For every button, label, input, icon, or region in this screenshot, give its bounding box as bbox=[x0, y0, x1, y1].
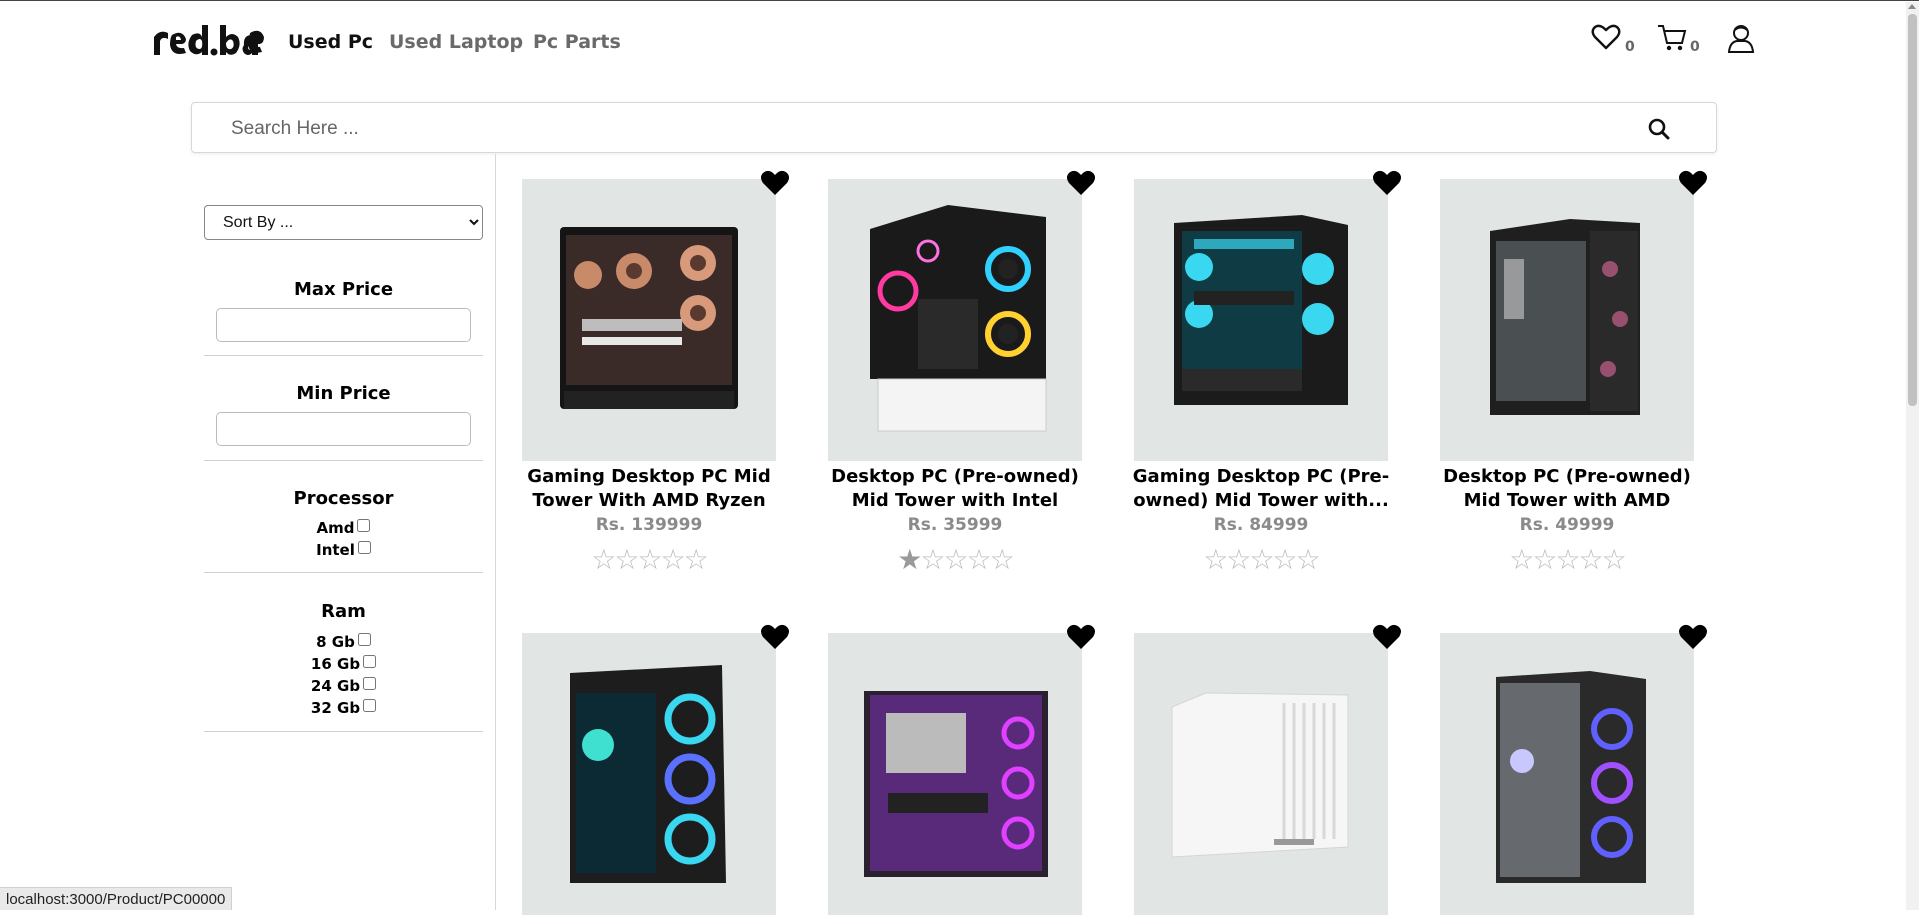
cart-icon[interactable] bbox=[1657, 23, 1687, 53]
pc-case-image bbox=[1171, 692, 1349, 858]
processor-option-amd[interactable]: Amd bbox=[204, 519, 483, 541]
pc-case-image bbox=[570, 665, 726, 883]
option-label: 24 Gb bbox=[310, 677, 361, 695]
ram-option-8gb[interactable]: 8 Gb bbox=[204, 633, 483, 655]
favorite-heart-icon[interactable] bbox=[1372, 623, 1402, 651]
processor-intel-checkbox[interactable] bbox=[357, 541, 371, 554]
search-icon[interactable] bbox=[1647, 117, 1671, 141]
wishlist-count: 0 bbox=[1625, 39, 1635, 55]
ram-24gb-checkbox[interactable] bbox=[363, 677, 377, 690]
product-image[interactable] bbox=[828, 633, 1082, 915]
scrollbar-thumb[interactable] bbox=[1908, 14, 1917, 406]
site-header: Used Pc Used Laptop Pc Parts 0 0 bbox=[0, 1, 1919, 81]
search-input[interactable] bbox=[229, 113, 1633, 145]
product-image[interactable] bbox=[522, 633, 776, 915]
divider bbox=[204, 731, 483, 732]
rating-stars: ☆☆☆☆☆ bbox=[1509, 543, 1627, 576]
product-price: Rs. 35999 bbox=[907, 515, 1003, 535]
favorite-heart-icon[interactable] bbox=[1066, 169, 1096, 197]
ram-16gb-checkbox[interactable] bbox=[363, 655, 377, 668]
favorite-heart-icon[interactable] bbox=[760, 169, 790, 197]
min-price-input[interactable] bbox=[216, 412, 471, 446]
option-label: Amd bbox=[316, 519, 355, 537]
wishlist-heart-icon[interactable] bbox=[1591, 23, 1621, 51]
favorite-heart-icon[interactable] bbox=[1372, 169, 1402, 197]
max-price-input[interactable] bbox=[216, 308, 471, 342]
product-title[interactable]: Gaming Desktop PC (Pre-owned) Mid Tower … bbox=[1128, 465, 1394, 513]
cart-count: 0 bbox=[1690, 39, 1700, 55]
processor-title: Processor bbox=[293, 488, 394, 509]
min-price-title: Min Price bbox=[296, 383, 391, 404]
pc-case-image bbox=[1496, 671, 1646, 883]
page-scrollbar[interactable] bbox=[1906, 2, 1919, 910]
option-label: 16 Gb bbox=[310, 655, 361, 673]
pc-case-image bbox=[1174, 215, 1348, 405]
sidebar-divider bbox=[495, 154, 496, 910]
favorite-heart-icon[interactable] bbox=[1678, 169, 1708, 197]
brand-logo[interactable] bbox=[152, 23, 264, 61]
ram-32gb-checkbox[interactable] bbox=[363, 699, 377, 712]
rating-stars: ★☆☆☆☆ bbox=[897, 543, 1015, 576]
product-price: Rs. 139999 bbox=[595, 515, 703, 535]
product-price: Rs. 84999 bbox=[1213, 515, 1309, 535]
sort-select[interactable]: Sort By ... bbox=[204, 205, 483, 240]
ram-option-32gb[interactable]: 32 Gb bbox=[204, 699, 483, 721]
product-image[interactable] bbox=[1440, 179, 1694, 461]
processor-option-intel[interactable]: Intel bbox=[204, 541, 483, 563]
processor-amd-checkbox[interactable] bbox=[357, 519, 371, 532]
ram-option-16gb[interactable]: 16 Gb bbox=[204, 655, 483, 677]
ram-8gb-checkbox[interactable] bbox=[357, 633, 371, 646]
nav-used-pc[interactable]: Used Pc bbox=[288, 31, 373, 53]
option-label: Intel bbox=[316, 541, 355, 559]
rating-stars: ☆☆☆☆☆ bbox=[591, 543, 709, 576]
pc-case-image bbox=[1490, 219, 1640, 415]
max-price-title: Max Price bbox=[293, 279, 394, 300]
nav-pc-parts[interactable]: Pc Parts bbox=[533, 31, 621, 53]
rating-stars: ☆☆☆☆☆ bbox=[1203, 543, 1321, 576]
favorite-heart-icon[interactable] bbox=[1678, 623, 1708, 651]
product-image[interactable] bbox=[522, 179, 776, 461]
product-image[interactable] bbox=[1134, 179, 1388, 461]
product-image[interactable] bbox=[1134, 633, 1388, 915]
pc-case-image bbox=[560, 227, 738, 409]
user-account-icon[interactable] bbox=[1727, 23, 1755, 53]
divider bbox=[204, 460, 483, 461]
option-label: 8 Gb bbox=[316, 633, 355, 651]
option-label: 32 Gb bbox=[310, 699, 361, 717]
favorite-heart-icon[interactable] bbox=[1066, 623, 1096, 651]
product-title[interactable]: Desktop PC (Pre-owned) Mid Tower with AM… bbox=[1434, 465, 1700, 513]
divider bbox=[204, 355, 483, 356]
divider bbox=[204, 572, 483, 573]
product-image[interactable] bbox=[1440, 633, 1694, 915]
nav-used-laptop[interactable]: Used Laptop bbox=[389, 31, 523, 53]
product-image[interactable] bbox=[828, 179, 1082, 461]
pc-case-image bbox=[864, 691, 1048, 877]
product-price: Rs. 49999 bbox=[1519, 515, 1615, 535]
product-title[interactable]: Desktop PC (Pre-owned) Mid Tower with In… bbox=[822, 465, 1088, 513]
pc-case-image bbox=[870, 205, 1047, 432]
ram-option-24gb[interactable]: 24 Gb bbox=[204, 677, 483, 699]
favorite-heart-icon[interactable] bbox=[760, 623, 790, 651]
browser-status-bar: localhost:3000/Product/PC00000 bbox=[0, 887, 233, 910]
scroll-up-arrow-icon[interactable] bbox=[1908, 4, 1916, 9]
ram-title: Ram bbox=[321, 601, 366, 622]
product-title[interactable]: Gaming Desktop PC Mid Tower With AMD Ryz… bbox=[516, 465, 782, 513]
search-bar bbox=[191, 102, 1717, 153]
